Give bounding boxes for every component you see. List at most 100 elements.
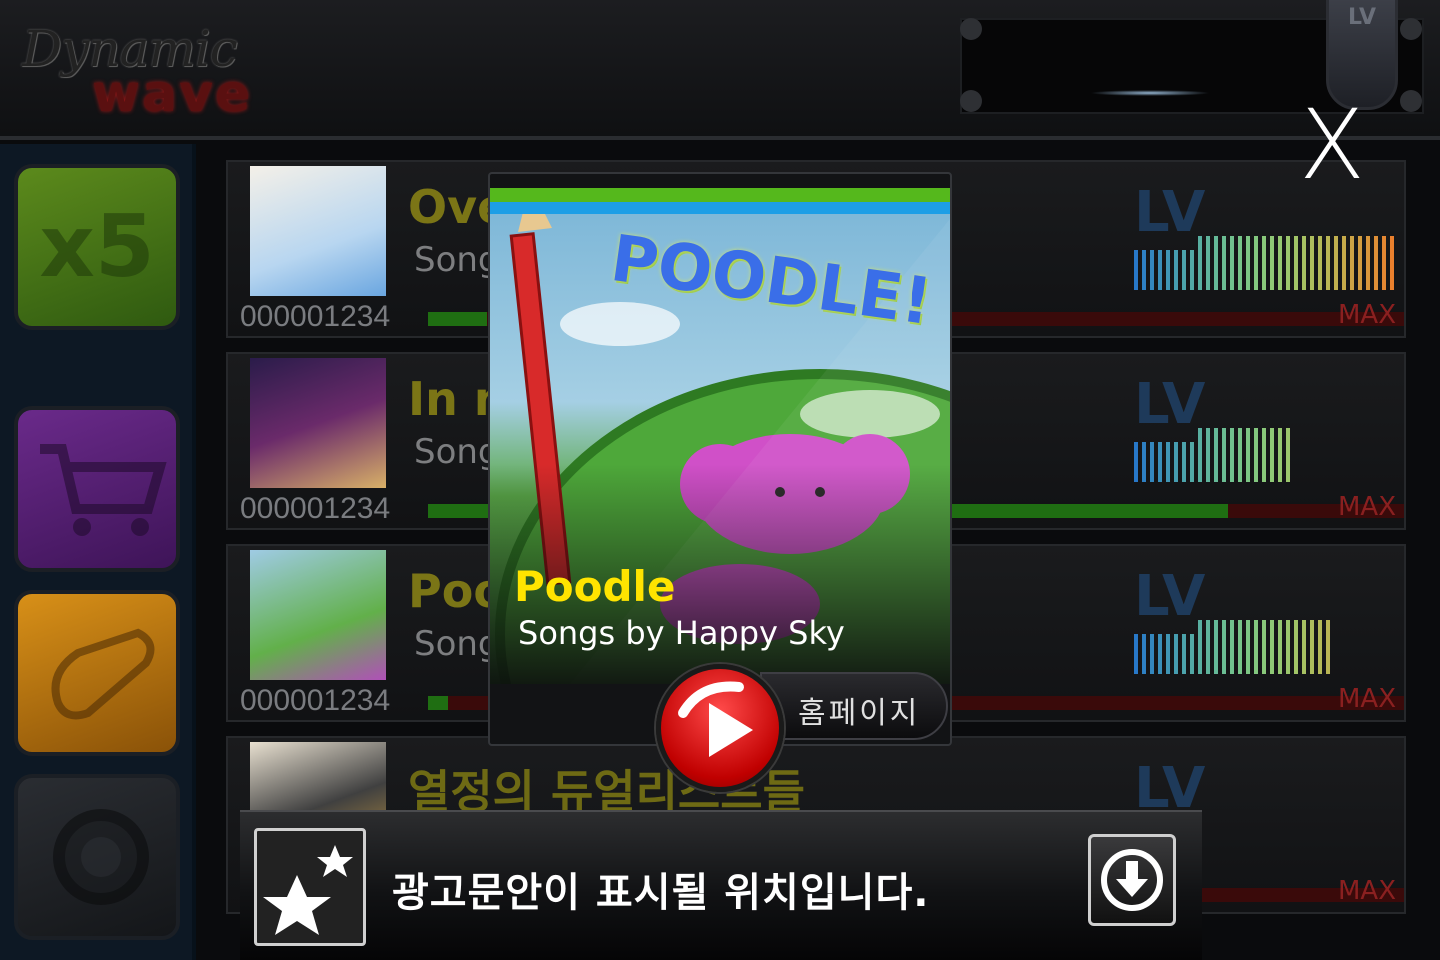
level-tab-label: LV	[1347, 5, 1376, 30]
level-tick	[1230, 428, 1234, 482]
level-tick	[1166, 250, 1170, 290]
level-tick	[1278, 620, 1282, 674]
settings-button[interactable]	[14, 774, 180, 940]
level-tick	[1158, 634, 1162, 674]
level-tick	[1334, 236, 1338, 290]
song-subtitle: Song	[414, 432, 500, 472]
level-tick	[1326, 620, 1330, 674]
level-tick	[1166, 442, 1170, 482]
popup-stripe-blue	[490, 202, 950, 214]
level-tick	[1222, 236, 1226, 290]
level-tick	[1158, 442, 1162, 482]
level-tick	[1262, 428, 1266, 482]
ad-app-icon	[254, 828, 366, 946]
song-subtitle: Song	[414, 240, 500, 280]
multiplier-label: x5	[39, 197, 155, 297]
multiplier-button[interactable]: x5	[14, 164, 180, 330]
level-tick	[1326, 236, 1330, 290]
level-tick	[1254, 620, 1258, 674]
level-tick	[1142, 442, 1146, 482]
level-tick	[1270, 236, 1274, 290]
download-icon	[1101, 849, 1163, 911]
max-label: MAX	[1337, 876, 1396, 906]
bolt-icon	[1400, 18, 1422, 40]
level-tick	[1270, 620, 1274, 674]
level-tick	[1206, 236, 1210, 290]
song-score: 000001234	[240, 300, 391, 333]
gear-icon	[53, 809, 149, 905]
level-tick	[1302, 236, 1306, 290]
close-button[interactable]: X	[1288, 97, 1376, 193]
level-tick	[1182, 634, 1186, 674]
song-score: 000001234	[240, 492, 391, 525]
level-tick	[1190, 250, 1194, 290]
level-tick	[1174, 634, 1178, 674]
level-tick	[1286, 428, 1290, 482]
level-tick	[1214, 236, 1218, 290]
top-bar: Dynamic wave LV	[0, 0, 1440, 140]
popup-song-title: Poodle	[514, 562, 676, 611]
mission-button[interactable]	[14, 590, 180, 756]
homepage-button[interactable]: 홈페이지	[760, 672, 948, 740]
level-tick	[1190, 634, 1194, 674]
level-tick	[1174, 442, 1178, 482]
star-icon	[263, 845, 353, 935]
song-thumbnail	[250, 166, 386, 296]
level-tick	[1246, 236, 1250, 290]
logo-text-wave: wave	[92, 64, 253, 124]
level-tick	[1182, 442, 1186, 482]
bolt-icon	[960, 18, 982, 40]
level-tick	[1134, 442, 1138, 482]
level-tick	[1214, 428, 1218, 482]
level-tick	[1382, 236, 1386, 290]
song-score: 000001234	[240, 684, 391, 717]
level-meter: LV	[1134, 564, 1396, 674]
scroll-icon	[51, 628, 155, 720]
level-tick	[1198, 620, 1202, 674]
level-tick	[1318, 236, 1322, 290]
level-tick	[1286, 620, 1290, 674]
level-tick	[1358, 236, 1362, 290]
bolt-icon	[960, 90, 982, 112]
level-tick	[1222, 620, 1226, 674]
level-tick	[1270, 428, 1274, 482]
download-button[interactable]	[1088, 834, 1176, 926]
level-tick	[1254, 428, 1258, 482]
max-label: MAX	[1337, 492, 1396, 522]
level-tick	[1246, 620, 1250, 674]
light-flare	[1090, 90, 1210, 96]
level-tick	[1214, 620, 1218, 674]
level-tick	[1246, 428, 1250, 482]
popup-artist: Songs by Happy Sky	[518, 614, 845, 652]
ad-text: 광고문안이 표시될 위치입니다.	[392, 870, 930, 916]
level-tick	[1158, 250, 1162, 290]
level-meter: LV	[1134, 372, 1396, 482]
level-tick	[1238, 236, 1242, 290]
level-tick	[1198, 428, 1202, 482]
shop-button[interactable]	[14, 406, 180, 572]
level-tick	[1230, 236, 1234, 290]
level-tick	[1294, 620, 1298, 674]
level-tick	[1278, 428, 1282, 482]
level-tick	[1366, 236, 1370, 290]
level-tick	[1222, 428, 1226, 482]
level-tick	[1238, 620, 1242, 674]
homepage-label: 홈페이지	[798, 696, 921, 731]
level-tick	[1374, 236, 1378, 290]
popup-stripe-green	[490, 188, 950, 202]
level-tick	[1150, 634, 1154, 674]
ad-banner[interactable]: 광고문안이 표시될 위치입니다.	[240, 810, 1202, 960]
level-tick	[1174, 250, 1178, 290]
level-tick	[1238, 428, 1242, 482]
level-tick	[1390, 236, 1394, 290]
play-button[interactable]	[656, 664, 784, 792]
level-tick	[1150, 250, 1154, 290]
level-tick	[1262, 236, 1266, 290]
play-icon	[678, 681, 753, 757]
level-tick	[1342, 236, 1346, 290]
level-tick	[1254, 236, 1258, 290]
sidebar: x5	[0, 144, 196, 960]
song-subtitle: Song	[414, 624, 500, 664]
level-tick	[1294, 236, 1298, 290]
level-tick	[1142, 634, 1146, 674]
